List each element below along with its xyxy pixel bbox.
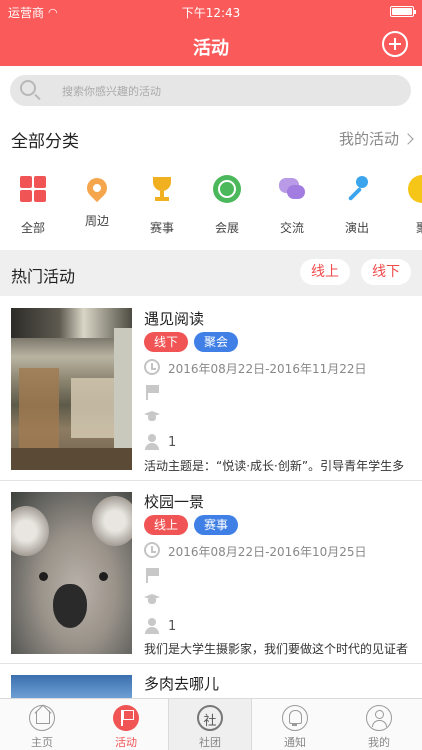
- category-label: 全部: [20, 221, 45, 235]
- activity-title: 多肉去哪儿: [144, 675, 220, 693]
- home-icon: [29, 705, 55, 731]
- graduation-cap-icon: [144, 591, 160, 607]
- search-icon: [20, 80, 36, 96]
- divider: [0, 663, 422, 664]
- activity-description: 我们是大学生摄影家，我们要做这个时代的见证者: [144, 642, 409, 656]
- graduation-cap-icon: [144, 408, 160, 424]
- clock-icon: [144, 542, 160, 558]
- category-shows[interactable]: 演出: [327, 168, 387, 236]
- category-nearby[interactable]: 周边: [67, 168, 127, 229]
- activity-description: 活动主题是：“悦读·成长·创新”。引导青年学生多: [144, 459, 405, 473]
- filter-online-button[interactable]: 线上: [300, 259, 350, 285]
- participant-count: 1: [168, 619, 177, 634]
- tab-notice[interactable]: 通知: [253, 699, 337, 750]
- add-activity-button[interactable]: [382, 31, 408, 57]
- category-events[interactable]: 赛事: [132, 168, 192, 236]
- flag-icon: [113, 705, 139, 731]
- trophy-icon: [148, 175, 176, 203]
- hot-activities-title: 热门活动: [11, 267, 76, 286]
- activity-tag: 赛事: [194, 515, 238, 535]
- globe-icon: [213, 175, 241, 203]
- microphone-icon: [343, 175, 371, 203]
- category-label: 赛事: [149, 221, 174, 235]
- activity-date: 2016年08月22日-2016年10月25日: [168, 545, 367, 559]
- club-glyph: 社: [203, 714, 217, 729]
- tab-activities[interactable]: 活动: [84, 699, 168, 750]
- filter-offline-button[interactable]: 线下: [361, 259, 411, 285]
- tab-label: 活动: [115, 736, 137, 749]
- activity-card[interactable]: 多肉去哪儿: [0, 666, 422, 698]
- top-bar: 运营商 ◠ 下午12:43 活动: [0, 0, 422, 66]
- tab-club[interactable]: 社 社团: [168, 699, 252, 750]
- flag-icon: [144, 384, 160, 400]
- category-label: 周边: [84, 214, 109, 228]
- category-row: 全部 周边 赛事 会展 交流 演出 聚: [0, 168, 422, 250]
- activity-title: 遇见阅读: [144, 310, 205, 328]
- flag-icon: [144, 567, 160, 583]
- user-icon: [366, 705, 392, 731]
- activity-thumbnail: [11, 675, 132, 698]
- activity-tag: 线上: [144, 515, 188, 535]
- tab-mine[interactable]: 我的: [337, 699, 421, 750]
- bell-icon: [282, 705, 308, 731]
- grid-icon: [19, 175, 47, 203]
- activity-thumbnail: [11, 492, 132, 654]
- location-pin-icon: [82, 173, 112, 203]
- category-all[interactable]: 全部: [3, 168, 63, 236]
- category-exhibitions[interactable]: 会展: [197, 168, 257, 236]
- activity-card[interactable]: 遇见阅读 线下 聚会 2016年08月22日-2016年11月22日 1 活动主…: [0, 296, 422, 481]
- person-icon: [144, 434, 160, 450]
- participant-count: 1: [168, 435, 177, 450]
- category-label: 交流: [279, 221, 304, 235]
- activity-tag: 聚会: [194, 332, 238, 352]
- search-placeholder: 搜索你感兴趣的活动: [62, 85, 161, 98]
- battery-icon: [390, 6, 416, 17]
- activity-date: 2016年08月22日-2016年11月22日: [168, 362, 367, 376]
- tab-label: 主页: [31, 736, 53, 749]
- chat-bubbles-icon: [278, 175, 306, 203]
- chevron-right-icon: [402, 132, 414, 145]
- person-icon: [144, 618, 160, 634]
- my-activities-label: 我的活动: [338, 130, 399, 148]
- category-label: 会展: [214, 221, 239, 235]
- category-exchange[interactable]: 交流: [262, 168, 322, 236]
- categories-title: 全部分类: [11, 132, 79, 152]
- status-time: 下午12:43: [181, 6, 241, 20]
- tab-label: 通知: [284, 736, 306, 749]
- tab-bar: 主页 活动 社 社团 通知 我的: [0, 698, 422, 750]
- activity-title: 校园一景: [144, 493, 205, 511]
- search-input[interactable]: 搜索你感兴趣的活动: [10, 75, 411, 106]
- status-bar: 运营商 ◠ 下午12:43: [0, 0, 422, 22]
- category-label: 聚: [415, 221, 422, 235]
- hot-activities-header: 热门活动 线上 线下: [0, 250, 422, 296]
- activity-tag: 线下: [144, 332, 188, 352]
- my-activities-link[interactable]: 我的活动: [338, 128, 414, 149]
- page-title: 活动: [193, 38, 229, 59]
- tab-label: 社团: [199, 736, 221, 749]
- club-icon: 社: [197, 705, 223, 731]
- tab-label: 我的: [368, 736, 390, 749]
- tab-home[interactable]: 主页: [0, 699, 84, 750]
- category-label: 演出: [344, 221, 369, 235]
- activities-screen: 运营商 ◠ 下午12:43 活动 搜索你感兴趣的活动 全部分类 我的活动 全部 …: [0, 0, 422, 750]
- activity-thumbnail: [11, 308, 132, 470]
- category-party[interactable]: 聚: [392, 168, 422, 236]
- clock-icon: [144, 359, 160, 375]
- activity-card[interactable]: 校园一景 线上 赛事 2016年08月22日-2016年10月25日 1 我们是…: [0, 481, 422, 666]
- party-icon: [408, 175, 422, 203]
